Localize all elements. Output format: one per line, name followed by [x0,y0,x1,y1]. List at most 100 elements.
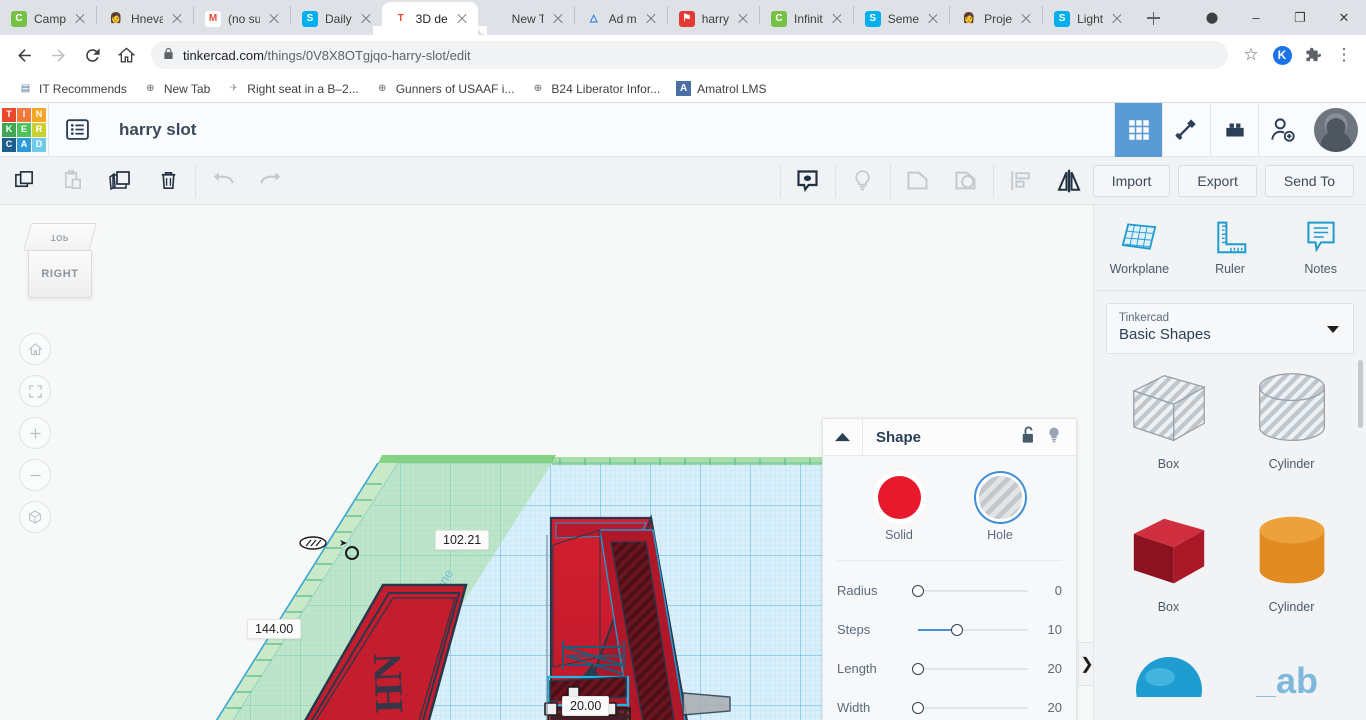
delete-icon[interactable] [144,157,192,205]
group-icon[interactable] [894,157,942,205]
avatar[interactable] [1314,107,1358,152]
home-view-button[interactable] [19,333,51,365]
mirror-icon[interactable] [1045,157,1093,205]
undo-icon[interactable] [199,157,247,205]
copy-icon[interactable] [0,157,48,205]
new-tab-button[interactable] [1139,4,1167,32]
bookmark-item[interactable]: ⊕ Gunners of USAAF i... [367,78,523,99]
browser-tab[interactable]: S Light [1043,2,1133,35]
steps-slider[interactable] [917,623,1029,636]
import-button[interactable]: Import [1092,164,1171,197]
align-icon[interactable] [997,157,1045,205]
shape-text-solid[interactable]: _ab [1233,655,1350,720]
dim-shape-height[interactable]: 20.00 [562,696,610,716]
browser-tab[interactable]: S Seme [854,2,949,35]
comment-icon[interactable] [784,157,832,205]
redo-icon[interactable] [247,157,295,205]
sendto-button[interactable]: Send To [1264,164,1354,197]
tab-close-icon[interactable] [455,12,469,26]
fit-view-button[interactable] [19,375,51,407]
ortho-perspective-button[interactable] [19,501,51,533]
extensions-icon[interactable] [1299,41,1327,69]
browser-tab[interactable]: 👩 Proje [950,2,1042,35]
ruler-tool[interactable]: Ruler [1185,219,1276,276]
zoom-out-button[interactable] [19,459,51,491]
steps-slider-knob[interactable] [950,623,963,636]
add-user-icon[interactable] [1258,102,1306,157]
tab-close-icon[interactable] [267,12,281,26]
back-icon[interactable] [8,39,40,71]
ungroup-icon[interactable] [942,157,990,205]
maximize-button[interactable]: ❐ [1278,0,1322,35]
tinkercad-logo[interactable]: TIN KER CAD [0,103,48,157]
grid-icon[interactable] [1114,102,1162,157]
view-cube-top-face[interactable]: TOP [22,223,98,251]
tab-close-icon[interactable] [551,12,565,26]
profile-icon[interactable]: ⬤ [1190,0,1234,35]
tab-close-icon[interactable] [644,12,658,26]
browser-tab[interactable]: ⚑ harry [668,2,759,35]
tab-close-icon[interactable] [170,12,184,26]
length-slider-knob[interactable] [911,662,924,675]
zoom-in-button[interactable] [19,417,51,449]
tab-close-icon[interactable] [73,12,87,26]
bookmark-item[interactable]: A Amatrol LMS [668,78,774,99]
length-slider[interactable] [911,662,1029,675]
browser-tab[interactable]: C Camp [0,2,96,35]
browser-tab[interactable]: M (no su [194,2,290,35]
tab-close-icon[interactable] [359,12,373,26]
hole-swatch[interactable]: Hole [978,476,1022,542]
close-window-button[interactable]: ✕ [1322,0,1366,35]
shape-box-hole[interactable]: Box [1110,370,1227,505]
shape-cylinder-hole[interactable]: Cylinder [1233,370,1350,505]
minimize-button[interactable]: – [1234,0,1278,35]
length-value[interactable]: 20 [1028,661,1062,676]
browser-tab[interactable]: New Tab [478,2,574,35]
view-cube[interactable]: TOP RIGHT [22,223,102,307]
collapse-inspector-button[interactable] [823,418,863,456]
project-menu-button[interactable] [49,103,105,157]
bookmark-item[interactable]: ⊕ New Tab [135,78,218,99]
dim-workplane-width[interactable]: 102.21 [435,530,490,550]
duplicate-icon[interactable] [96,157,144,205]
browser-tab[interactable]: S Daily [291,2,382,35]
reload-icon[interactable] [76,39,108,71]
hammer-icon[interactable] [1162,102,1210,157]
paste-icon[interactable] [48,157,96,205]
bookmark-star-icon[interactable]: ☆ [1237,41,1265,69]
browser-tab[interactable]: △ Ad m [575,2,667,35]
shape-library-select[interactable]: Tinkercad Basic Shapes [1106,303,1354,354]
browser-tab[interactable]: C Infinit [760,2,853,35]
radius-slider-knob[interactable] [911,584,924,597]
solid-swatch[interactable]: Solid [877,476,921,542]
tab-close-icon[interactable] [736,12,750,26]
radius-slider[interactable] [911,584,1029,597]
view-cube-front-face[interactable]: RIGHT [28,250,92,298]
tab-close-icon[interactable] [1019,12,1033,26]
forward-icon[interactable] [42,39,74,71]
shape-sphere-solid[interactable] [1110,655,1227,720]
steps-value[interactable]: 10 [1028,622,1062,637]
shape-cylinder-solid[interactable]: Cylinder [1233,513,1350,648]
export-button[interactable]: Export [1178,164,1257,197]
lightbulb-icon[interactable] [1046,425,1062,450]
browser-tab[interactable]: T 3D de [372,2,487,35]
bookmark-item[interactable]: ▤ IT Recommends [10,78,135,99]
radius-value[interactable]: 0 [1028,583,1062,598]
bookmark-item[interactable]: ⊕ B24 Liberator Infor... [522,78,668,99]
dim-workplane-depth[interactable]: 144.00 [247,619,302,639]
browser-tab[interactable]: 👩 Hneva [97,2,193,35]
notes-tool[interactable]: Notes [1275,219,1366,276]
tab-close-icon[interactable] [1110,12,1124,26]
home-icon[interactable] [110,39,142,71]
bookmark-item[interactable]: ✈ Right seat in a B–2... [218,78,366,99]
k-extension-icon[interactable]: K [1268,41,1296,69]
width-slider[interactable] [911,701,1029,714]
tab-close-icon[interactable] [926,12,940,26]
address-bar[interactable]: tinkercad.com/things/0V8X8OTgjqo-harry-s… [151,41,1228,69]
shape-box-solid[interactable]: Box [1110,513,1227,648]
browser-menu-icon[interactable]: ⋮ [1330,41,1358,69]
workplane-tool[interactable]: Workplane [1094,219,1185,276]
shape-library-scrollbar[interactable] [1358,360,1363,428]
width-value[interactable]: 20 [1028,700,1062,715]
